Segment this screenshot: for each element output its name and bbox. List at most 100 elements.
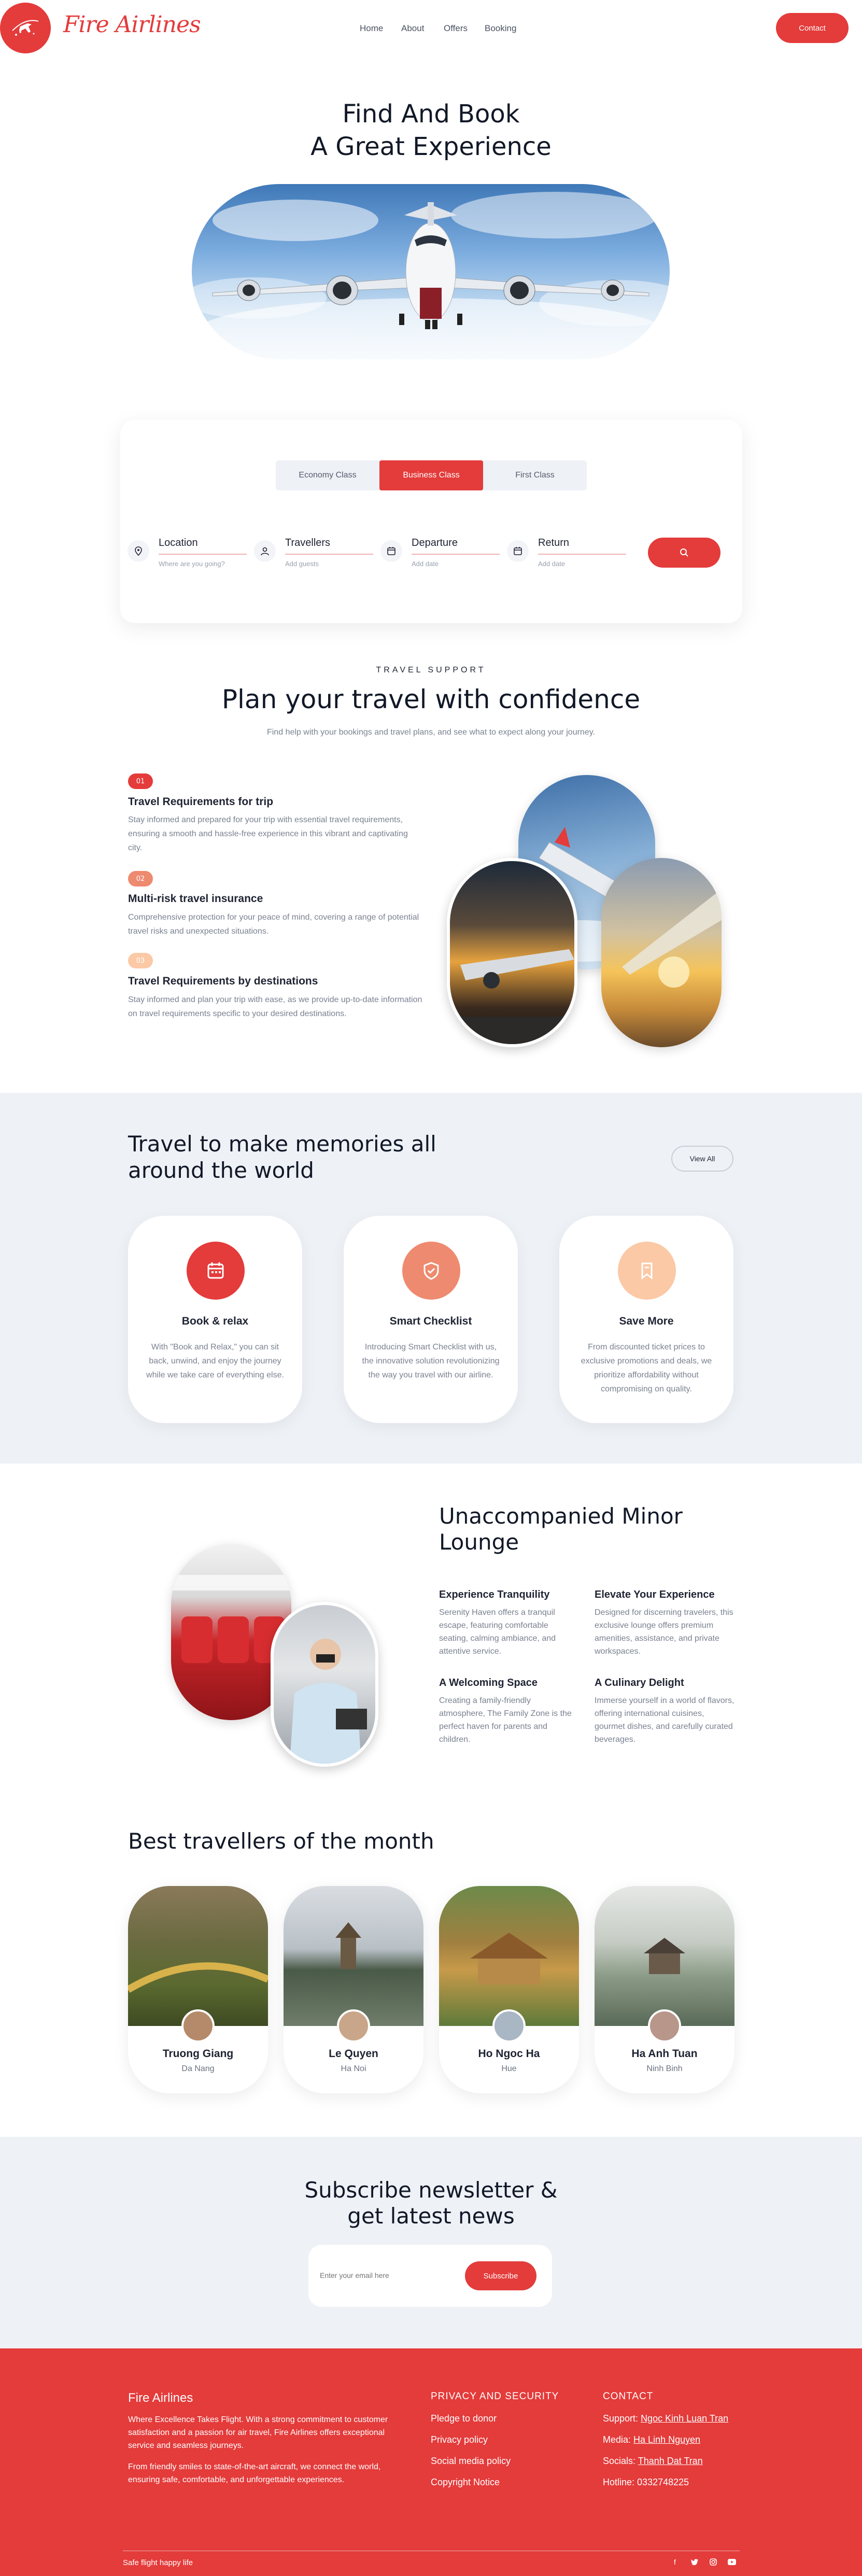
link-pledge[interactable]: Pledge to donor bbox=[431, 2413, 497, 2424]
contact-media: Media: Ha Linh Nguyen bbox=[603, 2434, 700, 2445]
feature-text: Serenity Haven offers a tranquil escape,… bbox=[439, 1608, 556, 1656]
return-field[interactable]: Return Add date bbox=[507, 534, 631, 575]
contact-socials-link[interactable]: Thanh Dat Tran bbox=[638, 2456, 703, 2466]
bookmark-icon bbox=[618, 1242, 676, 1300]
tab-business[interactable]: Business Class bbox=[379, 460, 483, 490]
location-label: Location bbox=[159, 537, 198, 548]
sunset-wing-image bbox=[601, 858, 722, 1047]
support-title: Plan your travel with confidence bbox=[221, 684, 641, 714]
hero-airplane-image bbox=[192, 184, 670, 359]
nav-about[interactable]: About bbox=[401, 23, 424, 34]
newsletter-section bbox=[0, 2137, 862, 2348]
contact-hotline: Hotline: 0332748225 bbox=[603, 2477, 689, 2488]
class-tabs: Economy Class Business Class First Class bbox=[276, 460, 587, 490]
contact-title: CONTACT bbox=[603, 2391, 654, 2402]
location-underline bbox=[159, 554, 247, 555]
airport-sunset-image bbox=[447, 858, 577, 1047]
footer-para-2: From friendly smiles to state-of-the-art… bbox=[128, 2462, 381, 2484]
memories-title-line1: Travel to make memories all bbox=[128, 1131, 436, 1157]
avatar bbox=[181, 2009, 215, 2043]
brand-name[interactable]: Fire Airlines bbox=[63, 11, 201, 38]
feature-card-save-more[interactable]: Save More From discounted ticket prices … bbox=[559, 1216, 733, 1423]
feature-title: A Welcoming Space bbox=[439, 1677, 538, 1688]
return-underline bbox=[538, 554, 626, 555]
search-icon bbox=[680, 548, 688, 557]
contact-button[interactable]: Contact bbox=[776, 13, 849, 43]
avatar bbox=[337, 2009, 370, 2043]
search-button[interactable] bbox=[648, 538, 720, 568]
feature-card-smart-checklist[interactable]: Smart Checklist Introducing Smart Checkl… bbox=[344, 1216, 518, 1423]
instagram-icon[interactable] bbox=[709, 2557, 718, 2567]
contact-media-link[interactable]: Ha Linh Nguyen bbox=[633, 2434, 700, 2445]
travellers-underline bbox=[285, 554, 373, 555]
hero-title-line2: A Great Experience bbox=[310, 132, 552, 161]
travellers-hint: Add guests bbox=[285, 560, 319, 568]
destination-image bbox=[128, 1886, 268, 2026]
item-title: Travel Requirements for trip bbox=[128, 796, 274, 808]
traveller-card-4[interactable]: Ha Anh Tuan Ninh Binh bbox=[595, 1886, 734, 2093]
facebook-icon[interactable]: f bbox=[670, 2557, 680, 2567]
footer-tagline: Safe flight happy life bbox=[123, 2558, 193, 2567]
travellers-title: Best travellers of the month bbox=[128, 1828, 434, 1854]
footer-brand: Fire Airlines bbox=[128, 2391, 193, 2405]
youtube-icon[interactable] bbox=[727, 2557, 737, 2567]
site-header: Fire Airlines Home About Offers Booking … bbox=[0, 0, 862, 57]
departure-hint: Add date bbox=[412, 560, 439, 568]
traveller-city: Da Nang bbox=[181, 2064, 215, 2073]
contact-support: Support: Ngoc Kinh Luan Tran bbox=[603, 2413, 728, 2424]
tab-first[interactable]: First Class bbox=[483, 460, 587, 490]
view-all-button[interactable]: View All bbox=[671, 1146, 733, 1172]
departure-label: Departure bbox=[412, 537, 458, 548]
traveller-card-3[interactable]: Ho Ngoc Ha Hue bbox=[439, 1886, 579, 2093]
card-title: Smart Checklist bbox=[389, 1315, 472, 1327]
travellers-label: Travellers bbox=[285, 537, 331, 548]
shield-check-icon bbox=[402, 1242, 460, 1300]
card-title: Book & relax bbox=[181, 1315, 249, 1327]
item-title: Travel Requirements by destinations bbox=[128, 975, 318, 987]
twitter-icon[interactable] bbox=[690, 2557, 699, 2567]
link-copyright[interactable]: Copyright Notice bbox=[431, 2477, 500, 2488]
traveller-city: Ninh Binh bbox=[646, 2064, 683, 2073]
tab-economy[interactable]: Economy Class bbox=[276, 460, 379, 490]
departure-field[interactable]: Departure Add date bbox=[380, 534, 505, 575]
item-number: 03 bbox=[128, 953, 153, 968]
plane-logo-icon[interactable] bbox=[0, 3, 51, 53]
contact-support-label: Support: bbox=[603, 2413, 639, 2424]
feature-title: A Culinary Delight bbox=[595, 1677, 684, 1688]
privacy-title: PRIVACY AND SECURITY bbox=[431, 2391, 559, 2402]
feature-text: Creating a family-friendly atmosphere, T… bbox=[439, 1696, 572, 1744]
nav-home[interactable]: Home bbox=[360, 23, 383, 34]
footer-para-1: Where Excellence Takes Flight. With a st… bbox=[128, 2415, 388, 2450]
subscribe-button[interactable]: Subscribe bbox=[465, 2261, 536, 2290]
link-privacy[interactable]: Privacy policy bbox=[431, 2434, 488, 2445]
return-label: Return bbox=[538, 537, 570, 548]
location-field[interactable]: Location Where are you going? bbox=[128, 534, 252, 575]
traveller-city: Ha Noi bbox=[341, 2064, 366, 2073]
email-input[interactable] bbox=[320, 2261, 460, 2289]
traveller-card-2[interactable]: Le Quyen Ha Noi bbox=[284, 1886, 423, 2093]
card-title: Save More bbox=[619, 1315, 674, 1327]
avatar bbox=[648, 2009, 681, 2043]
calendar-icon bbox=[380, 540, 402, 562]
item-number: 02 bbox=[128, 871, 153, 886]
traveller-city: Hue bbox=[501, 2064, 517, 2073]
calendar-icon bbox=[507, 540, 529, 562]
link-social-policy[interactable]: Social media policy bbox=[431, 2456, 511, 2467]
traveller-name: Le Quyen bbox=[329, 2048, 378, 2060]
card-text: Introducing Smart Checklist with us, the… bbox=[362, 1343, 500, 1380]
location-pin-icon bbox=[128, 540, 149, 562]
contact-socials-label: Socials: bbox=[603, 2456, 636, 2466]
feature-text: Immerse yourself in a world of flavors, … bbox=[595, 1696, 734, 1744]
contact-media-label: Media: bbox=[603, 2434, 631, 2445]
traveller-name: Ho Ngoc Ha bbox=[478, 2048, 540, 2060]
hero-title-line1: Find And Book bbox=[342, 100, 520, 129]
nav-booking[interactable]: Booking bbox=[485, 23, 516, 34]
contact-support-link[interactable]: Ngoc Kinh Luan Tran bbox=[641, 2413, 728, 2424]
contact-hotline-value: 0332748225 bbox=[637, 2477, 689, 2487]
travellers-field[interactable]: Travellers Add guests bbox=[254, 534, 378, 575]
lounge-title-line2: Lounge bbox=[439, 1529, 519, 1555]
feature-card-book-relax[interactable]: Book & relax With "Book and Relax," you … bbox=[128, 1216, 302, 1423]
feature-title: Elevate Your Experience bbox=[595, 1589, 715, 1600]
traveller-card-1[interactable]: Truong Giang Da Nang bbox=[128, 1886, 268, 2093]
nav-offers[interactable]: Offers bbox=[444, 23, 468, 34]
